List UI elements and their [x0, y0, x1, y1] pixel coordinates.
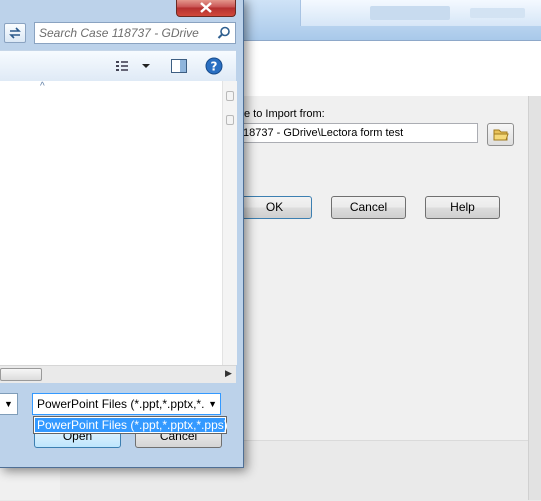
refresh-button[interactable]: [4, 23, 26, 43]
import-from-label: e to Import from:: [244, 108, 325, 120]
ok-button[interactable]: OK: [237, 196, 312, 219]
file-type-dropdown: PowerPoint Files (*.ppt,*.pptx,*.pps): [33, 416, 228, 434]
file-open-dialog: ? ^ ▶ ▼ PowerPoint Files (*.ppt,*.pptx,*…: [0, 0, 244, 468]
cancel-button[interactable]: Cancel: [331, 196, 406, 219]
browse-button[interactable]: [487, 123, 514, 146]
search-box[interactable]: [34, 22, 236, 44]
preview-pane-icon: [171, 59, 187, 73]
horizontal-scroll-thumb[interactable]: [0, 368, 42, 381]
preview-pane-button[interactable]: [170, 57, 188, 75]
file-type-option[interactable]: PowerPoint Files (*.ppt,*.pptx,*.pps): [35, 418, 228, 432]
address-bar: [0, 21, 236, 45]
vertical-scrollbar[interactable]: [222, 81, 237, 365]
file-type-selected: PowerPoint Files (*.ppt,*.pptx,*.: [37, 397, 205, 411]
scroll-grip: [226, 91, 234, 101]
sort-ascending-icon: ^: [40, 81, 45, 92]
close-icon: [200, 2, 212, 13]
close-button[interactable]: [176, 0, 236, 17]
folder-icon: [493, 129, 509, 141]
dialog-help-button[interactable]: ?: [205, 57, 223, 75]
help-button[interactable]: Help: [425, 196, 500, 219]
background-toolbar-item: [370, 6, 450, 20]
change-view-button[interactable]: [114, 58, 154, 74]
search-icon[interactable]: [217, 26, 231, 40]
help-icon: ?: [205, 57, 223, 75]
svg-text:?: ?: [211, 60, 218, 74]
scroll-right-arrow-icon[interactable]: ▶: [225, 368, 232, 379]
refresh-icon: [9, 27, 21, 39]
background-toolbar-item: [470, 8, 525, 18]
file-name-combo[interactable]: ▼: [0, 393, 18, 415]
window-edge: [528, 96, 541, 500]
file-list[interactable]: ^ ▶: [0, 81, 237, 384]
view-list-icon: [116, 61, 150, 71]
dialog-toolbar: ?: [0, 50, 236, 82]
import-path-field[interactable]: 18737 - GDrive\Lectora form test: [240, 123, 478, 143]
file-type-select[interactable]: PowerPoint Files (*.ppt,*.pptx,*. ▼: [32, 393, 221, 415]
scroll-grip: [226, 115, 234, 125]
search-input[interactable]: [39, 23, 211, 43]
chevron-down-icon: ▼: [208, 399, 217, 409]
horizontal-scrollbar[interactable]: ▶: [0, 365, 236, 384]
